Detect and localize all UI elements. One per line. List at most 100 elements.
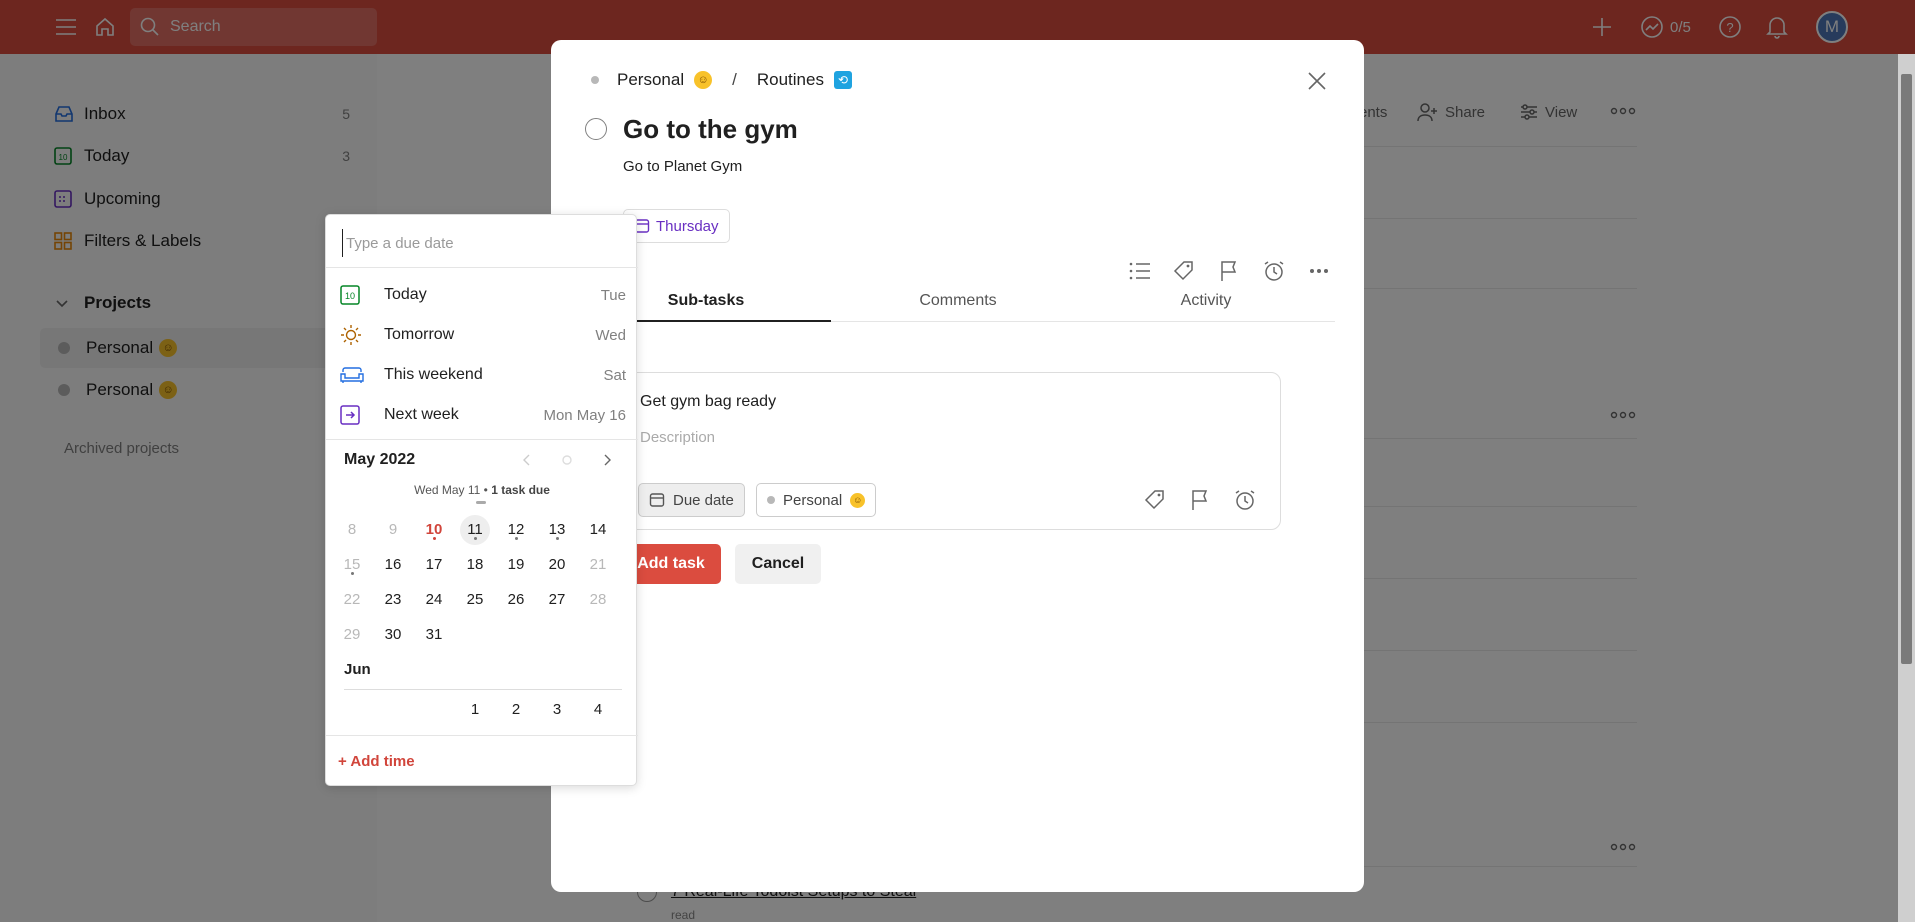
next-month-icon[interactable] xyxy=(596,449,618,471)
calendar-today-icon: 10 xyxy=(340,285,366,305)
tab-comments[interactable]: Comments xyxy=(833,288,1083,322)
quick-option-label: Tomorrow xyxy=(384,326,455,343)
breadcrumb: Personal ☺ / Routines ⟲ xyxy=(591,70,852,90)
calendar-day[interactable]: 24 xyxy=(417,585,451,615)
calendar-day[interactable]: 15 xyxy=(335,550,369,580)
calendar-day[interactable]: 13 xyxy=(540,515,574,545)
divider xyxy=(344,689,622,690)
quick-option-label: This weekend xyxy=(384,366,483,383)
prev-month-icon[interactable] xyxy=(516,449,538,471)
calendar-day[interactable]: 9 xyxy=(376,515,410,545)
subtasks-list-icon[interactable] xyxy=(1125,256,1155,286)
project-color-dot xyxy=(767,496,775,504)
calendar-icon xyxy=(649,492,665,508)
breadcrumb-section[interactable]: Routines xyxy=(757,70,824,90)
calendar-day[interactable]: 16 xyxy=(376,550,410,580)
selected-date-text: Wed May 11 • xyxy=(414,483,488,497)
selected-date-due-count: 1 task due xyxy=(491,483,550,497)
quick-option-label: Next week xyxy=(384,406,459,423)
close-icon xyxy=(1308,72,1326,90)
calendar-day[interactable]: 19 xyxy=(499,550,533,580)
calendar-day[interactable]: 29 xyxy=(335,620,369,650)
next-month-label: Jun xyxy=(344,661,371,678)
more-actions-icon[interactable] xyxy=(1304,256,1334,286)
calendar-day[interactable]: 8 xyxy=(335,515,369,545)
quick-option-next-week[interactable]: Next week Mon May 16 xyxy=(326,395,638,435)
quick-option-day: Mon May 16 xyxy=(543,406,626,424)
calendar-day-selected[interactable]: 11 xyxy=(460,515,490,545)
calendar-day[interactable]: 2 xyxy=(499,695,533,725)
close-button[interactable] xyxy=(1303,67,1331,95)
quick-option-day: Wed xyxy=(595,326,626,344)
current-month-icon[interactable] xyxy=(556,449,578,471)
task-complete-checkbox[interactable] xyxy=(585,118,607,140)
subtask-project-button[interactable]: Personal ☺ xyxy=(756,483,877,517)
calendar-day[interactable]: 22 xyxy=(335,585,369,615)
alarm-clock-icon[interactable] xyxy=(1259,256,1289,286)
scrollbar-thumb[interactable] xyxy=(1901,74,1912,664)
calendar-day[interactable]: 26 xyxy=(499,585,533,615)
scrollbar-track[interactable] xyxy=(1898,54,1915,922)
due-date-input[interactable] xyxy=(342,229,622,257)
calendar-day[interactable]: 3 xyxy=(540,695,574,725)
task-dot xyxy=(515,537,518,540)
calendar-arrow-icon xyxy=(340,405,366,425)
calendar-day[interactable]: 27 xyxy=(540,585,574,615)
task-dot xyxy=(556,537,559,540)
calendar-day[interactable]: 17 xyxy=(417,550,451,580)
calendar-day[interactable]: 25 xyxy=(458,585,492,615)
subtask-editor: Get gym bag ready Description Due date P… xyxy=(621,372,1281,530)
calendar-day[interactable]: 12 xyxy=(499,515,533,545)
selected-date-info: Wed May 11 • 1 task due xyxy=(326,483,638,497)
quick-option-today[interactable]: 10 Today Tue xyxy=(326,275,638,315)
alarm-clock-icon[interactable] xyxy=(1232,487,1258,513)
due-date-chip[interactable]: Thursday xyxy=(623,209,730,243)
sun-icon xyxy=(340,324,366,346)
calendar-day[interactable]: 21 xyxy=(581,550,615,580)
flag-icon[interactable] xyxy=(1214,256,1244,286)
task-dot xyxy=(474,537,477,540)
quick-option-day: Tue xyxy=(600,286,626,304)
project-label: Personal xyxy=(783,491,843,509)
subtask-name-input[interactable]: Get gym bag ready xyxy=(640,393,776,411)
calendar-day[interactable]: 20 xyxy=(540,550,574,580)
calendar-day[interactable]: 30 xyxy=(376,620,410,650)
label-icon[interactable] xyxy=(1169,256,1199,286)
add-time-button[interactable]: + Add time xyxy=(338,753,415,770)
calendar-day[interactable]: 4 xyxy=(581,695,615,725)
detail-tabs: Sub-tasks Comments Activity xyxy=(581,288,1335,322)
month-label: May 2022 xyxy=(344,451,416,468)
label-icon[interactable] xyxy=(1142,487,1168,513)
subtask-description-input[interactable]: Description xyxy=(640,429,715,446)
task-description[interactable]: Go to Planet Gym xyxy=(623,158,742,175)
calendar-day[interactable]: 14 xyxy=(581,515,615,545)
breadcrumb-separator: / xyxy=(732,70,737,89)
task-detail-modal: Personal ☺ / Routines ⟲ Go to the gym Go… xyxy=(551,40,1364,892)
cancel-button[interactable]: Cancel xyxy=(735,544,821,584)
calendar-day[interactable]: 18 xyxy=(458,550,492,580)
divider xyxy=(326,267,638,268)
calendar-day[interactable]: 1 xyxy=(458,695,492,725)
breadcrumb-project[interactable]: Personal xyxy=(617,70,684,90)
smile-emoji-icon: ☺ xyxy=(694,71,713,89)
quick-option-weekend[interactable]: This weekend Sat xyxy=(326,355,638,395)
task-dot xyxy=(433,537,436,540)
subtask-due-date-button[interactable]: Due date xyxy=(638,483,745,517)
calendar-day[interactable]: 31 xyxy=(417,620,451,650)
flag-icon[interactable] xyxy=(1187,487,1213,513)
divider xyxy=(326,439,638,440)
task-title[interactable]: Go to the gym xyxy=(623,114,798,145)
smile-emoji-icon: ☺ xyxy=(850,492,866,508)
couch-icon xyxy=(340,366,366,384)
repeat-icon: ⟲ xyxy=(833,71,852,89)
calendar-day[interactable]: 28 xyxy=(581,585,615,615)
due-date-label: Due date xyxy=(673,491,734,509)
divider xyxy=(326,735,638,736)
calendar-day[interactable]: 23 xyxy=(376,585,410,615)
due-date-label: Thursday xyxy=(656,217,719,235)
quick-option-tomorrow[interactable]: Tomorrow Wed xyxy=(326,315,638,355)
calendar-day-today[interactable]: 10 xyxy=(417,515,451,545)
selected-day-marker xyxy=(476,501,486,504)
quick-option-label: Today xyxy=(384,286,427,303)
tab-activity[interactable]: Activity xyxy=(1081,288,1331,322)
